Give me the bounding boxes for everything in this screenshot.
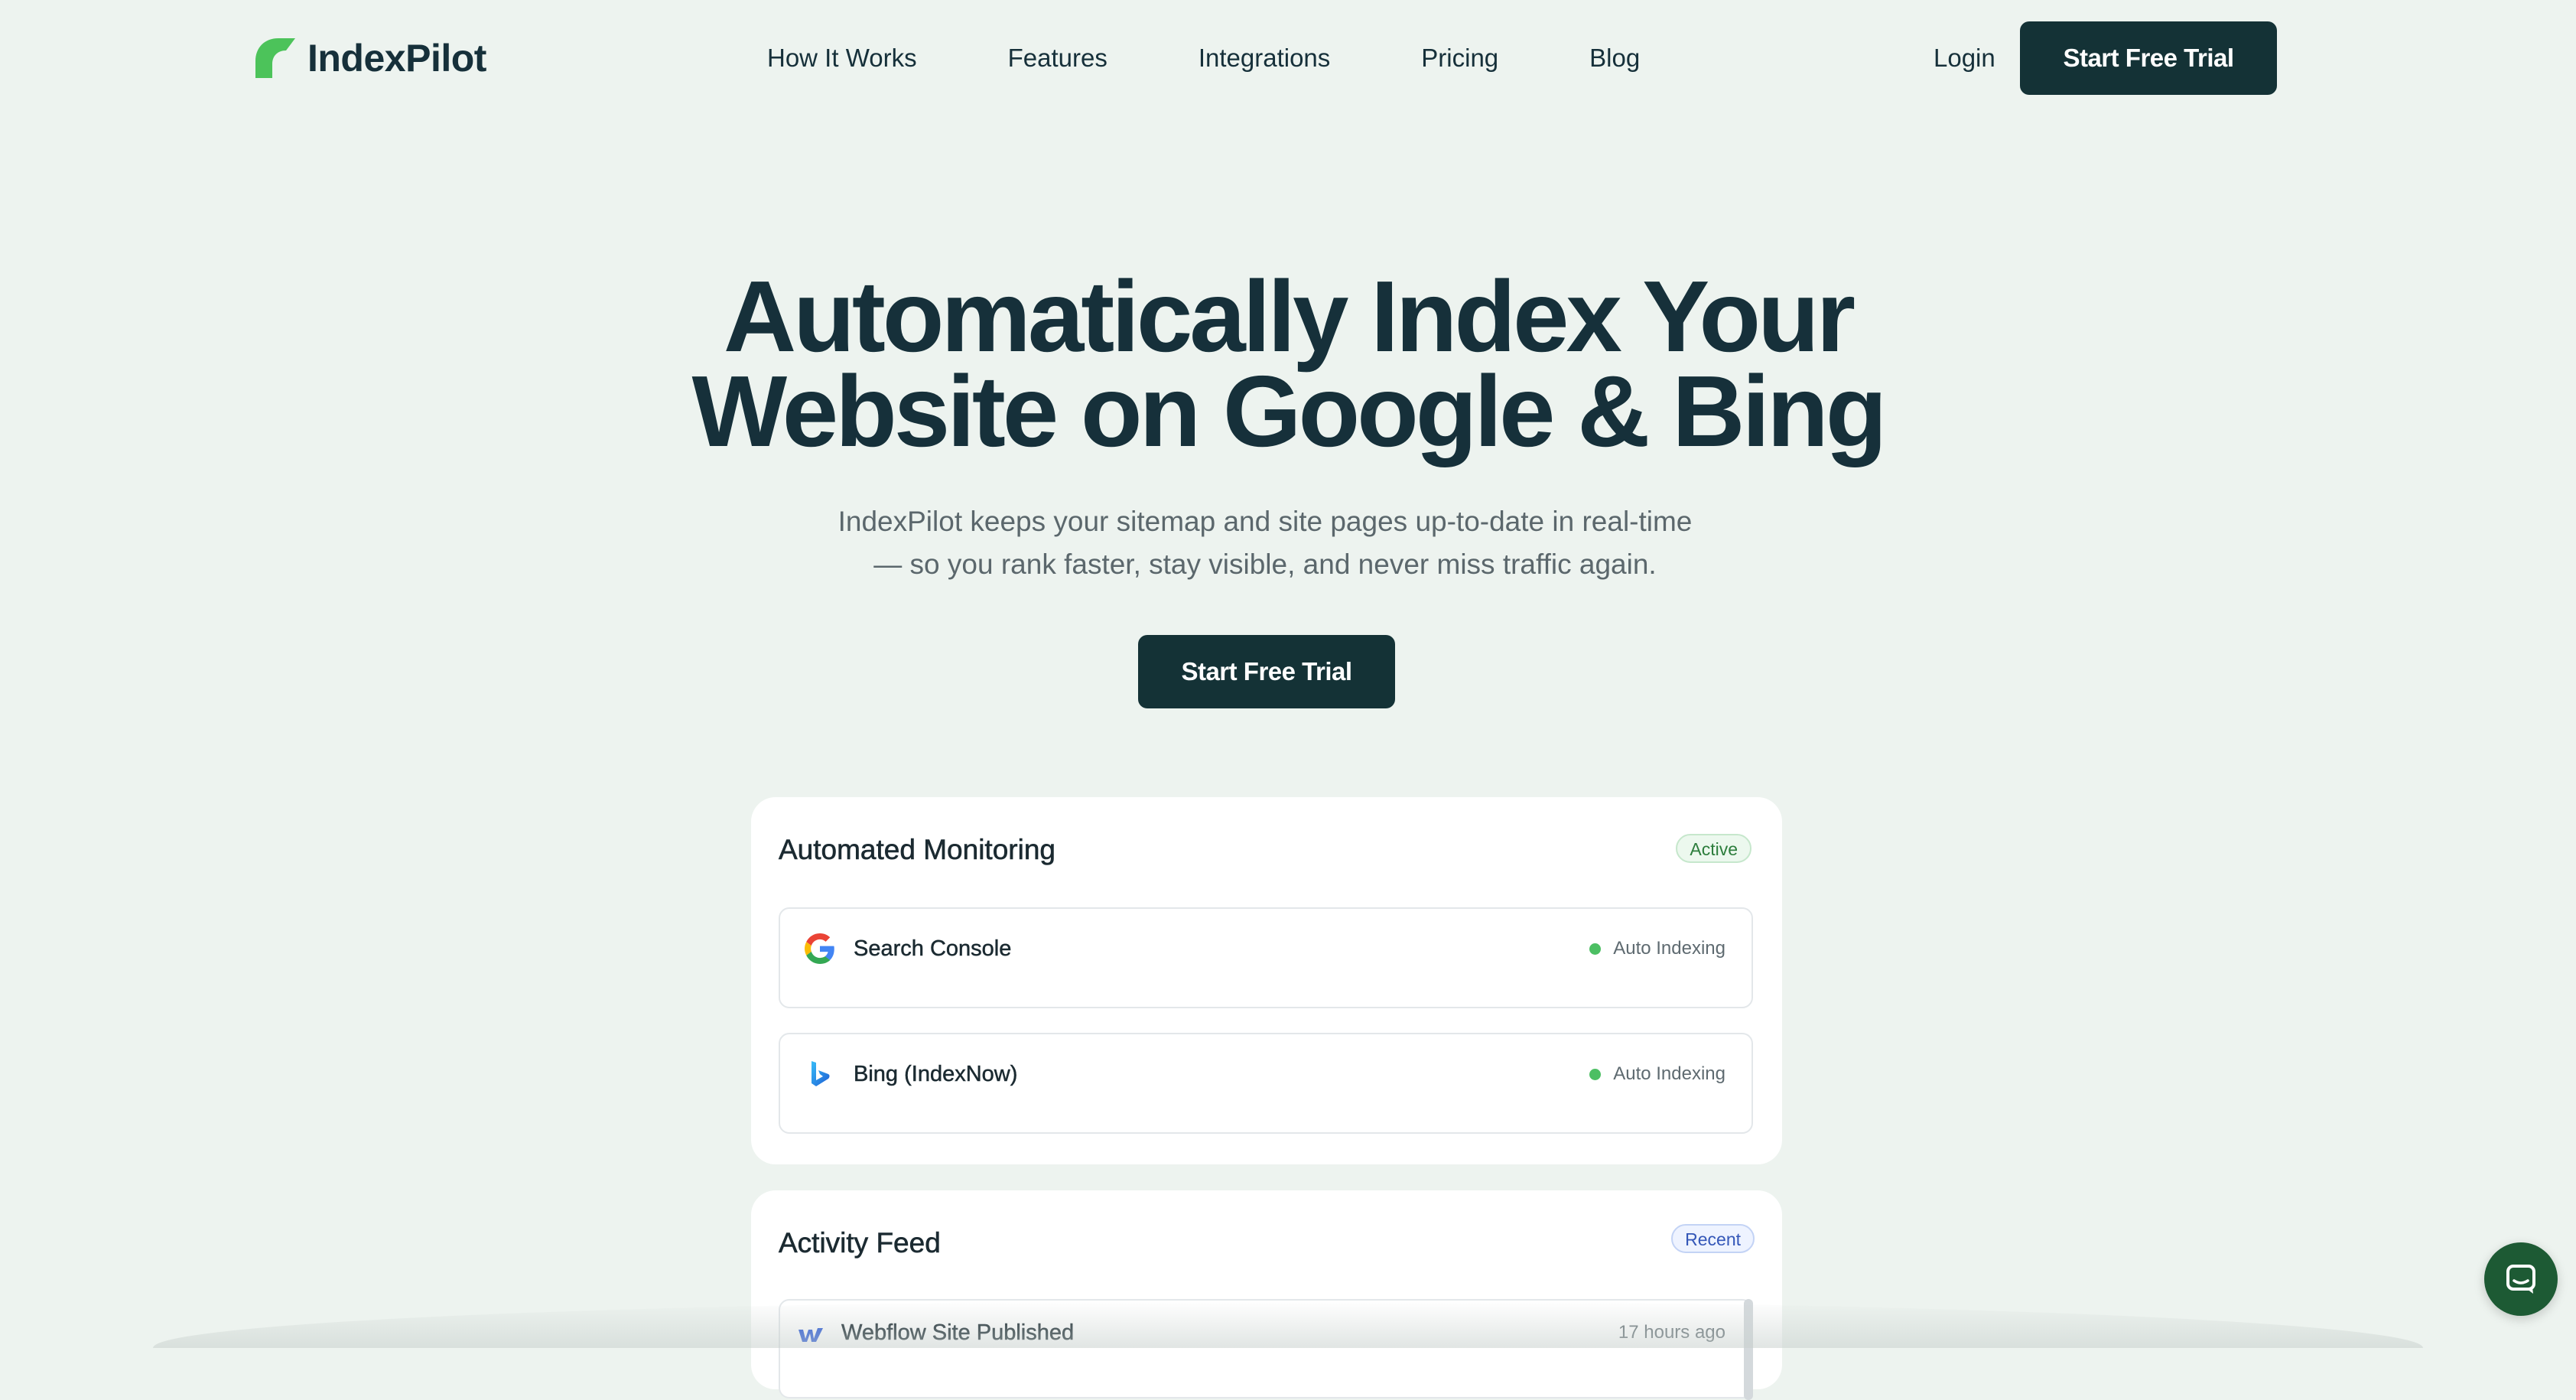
integration-status: Auto Indexing [1589,1059,1725,1089]
hero-subtitle-line-1: IndexPilot keeps your sitemap and site p… [838,506,1693,537]
integration-row-search-console: Search Console Auto Indexing [779,907,1753,1008]
nav-features[interactable]: Features [1008,44,1107,73]
status-badge-active: Active [1676,834,1751,863]
main-nav: How It Works Features Integrations Prici… [767,38,1640,78]
list-item[interactable]: Webflow Site Published 17 hours ago [779,1299,1753,1400]
site-header: IndexPilot How It Works Features Integra… [0,0,2576,116]
monitoring-card: Automated Monitoring Active Search Conso… [751,797,1782,1164]
bing-icon [812,1061,830,1086]
hero-start-trial-button[interactable]: Start Free Trial [1138,635,1395,708]
logo-text: IndexPilot [307,37,486,80]
nav-pricing[interactable]: Pricing [1421,44,1498,73]
feed-item-label: Webflow Site Published [841,1320,1075,1346]
nav-how-it-works[interactable]: How It Works [767,44,917,73]
integration-name: Bing (IndexNow) [854,1062,1018,1087]
status-badge-recent: Recent [1671,1224,1755,1253]
logo[interactable]: IndexPilot [255,34,486,83]
chat-icon [2506,1265,2535,1294]
monitoring-title: Automated Monitoring [779,834,1056,866]
header-start-trial-button[interactable]: Start Free Trial [2020,21,2277,95]
nav-integrations[interactable]: Integrations [1199,44,1330,73]
integration-row-bing: Bing (IndexNow) Auto Indexing [779,1033,1753,1134]
hero-subtitle: IndexPilot keeps your sitemap and site p… [814,500,1716,586]
login-link[interactable]: Login [1934,38,1995,78]
webflow-icon [798,1328,823,1342]
activity-feed-title: Activity Feed [779,1227,941,1259]
feed-item-time: 17 hours ago [1618,1322,1725,1343]
hero-title-line-2: Website on Google & Bing [691,355,1888,467]
chat-launcher-button[interactable] [2484,1242,2558,1316]
logo-mark-icon [255,38,295,78]
integration-status-label: Auto Indexing [1613,938,1725,959]
feed-scrollbar[interactable] [1744,1299,1753,1400]
hero-title: Automatically Index Your Website on Goog… [0,266,2576,462]
status-dot-icon [1589,1068,1602,1080]
hero-subtitle-line-2: — so you rank faster, stay visible, and … [873,549,1657,580]
activity-feed-card: Activity Feed Recent Webflow Site Publis… [751,1190,1782,1400]
integration-name: Search Console [854,936,1012,962]
nav-blog[interactable]: Blog [1589,44,1640,73]
integration-status: Auto Indexing [1589,933,1725,964]
integration-status-label: Auto Indexing [1613,1063,1725,1084]
status-dot-icon [1589,943,1602,955]
google-icon [805,933,834,964]
